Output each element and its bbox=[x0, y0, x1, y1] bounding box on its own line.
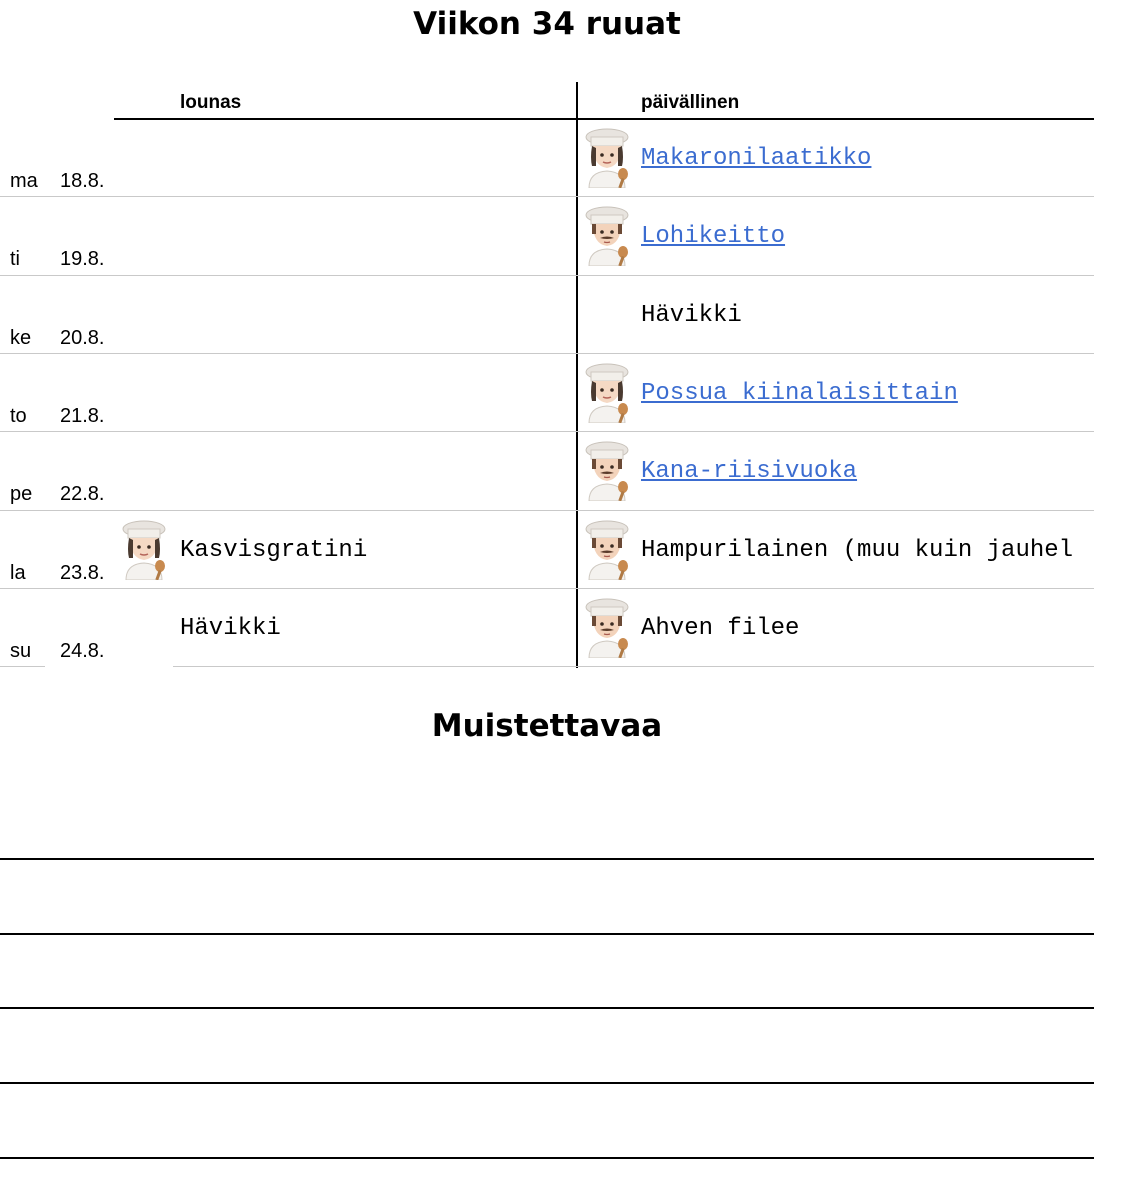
meal-text: Ahven filee bbox=[641, 614, 800, 642]
man-cook-icon bbox=[583, 441, 631, 501]
day-label: ma bbox=[10, 170, 38, 192]
column-header-dinner: päivällinen bbox=[641, 92, 740, 113]
recipe-link[interactable]: Makaronilaatikko bbox=[641, 145, 871, 172]
day-label: ke bbox=[10, 326, 32, 349]
recipe-link[interactable]: Lohikeitto bbox=[641, 223, 785, 250]
page-title: Viikon 34 ruuat bbox=[413, 6, 681, 42]
date-label: 20.8. bbox=[60, 326, 105, 349]
woman-cook-icon bbox=[120, 520, 168, 580]
woman-cook-icon bbox=[583, 363, 631, 423]
notes-title: Muistettavaa bbox=[431, 708, 663, 744]
table-row: la 23.8. Kasvisgratini Hampurilainen (muu k… bbox=[0, 511, 1094, 589]
meal-text: Hampurilainen (muu kuin jauhel bbox=[641, 536, 1074, 564]
table-row: ti 19.8. Lohikeitto bbox=[0, 197, 1094, 275]
notes-line bbox=[0, 933, 1094, 935]
table-row: ma 18.8. Makaronilaatikko bbox=[0, 119, 1094, 197]
table-row: to 21.8. Possua kiinalaisittain bbox=[0, 354, 1094, 432]
column-header-lunch: lounas bbox=[180, 92, 242, 113]
notes-line bbox=[0, 1007, 1094, 1009]
day-label: to bbox=[10, 404, 27, 427]
recipe-link[interactable]: Possua kiinalaisittain bbox=[641, 380, 958, 407]
man-cook-icon bbox=[583, 520, 631, 580]
date-label: 18.8. bbox=[60, 170, 105, 192]
row-divider bbox=[173, 666, 1094, 668]
date-label: 23.8. bbox=[60, 561, 105, 584]
date-label: 19.8. bbox=[60, 248, 105, 271]
table-row: pe 22.8. Kana-riisivuoka bbox=[0, 432, 1094, 510]
notes-line bbox=[0, 1082, 1094, 1084]
day-label: la bbox=[10, 561, 26, 584]
woman-cook-icon bbox=[583, 128, 631, 188]
date-label: 21.8. bbox=[60, 404, 105, 427]
meal-text: Kasvisgratini bbox=[180, 536, 368, 564]
notes-line bbox=[0, 1157, 1094, 1159]
date-label: 22.8. bbox=[60, 483, 105, 506]
date-label: 24.8. bbox=[60, 639, 105, 662]
day-label: pe bbox=[10, 483, 33, 506]
notes-line bbox=[0, 858, 1094, 860]
row-divider bbox=[0, 666, 45, 668]
man-cook-icon bbox=[583, 598, 631, 658]
meal-text: Hävikki bbox=[641, 301, 742, 329]
day-label: su bbox=[10, 639, 32, 662]
recipe-link[interactable]: Kana-riisivuoka bbox=[641, 458, 857, 485]
table-row: ke 20.8. Hävikki bbox=[0, 276, 1094, 354]
day-label: ti bbox=[10, 248, 20, 271]
table-row: su 24.8. Hävikki Ahven filee bbox=[0, 589, 1094, 667]
man-cook-icon bbox=[583, 206, 631, 266]
meal-text: Hävikki bbox=[180, 614, 281, 642]
